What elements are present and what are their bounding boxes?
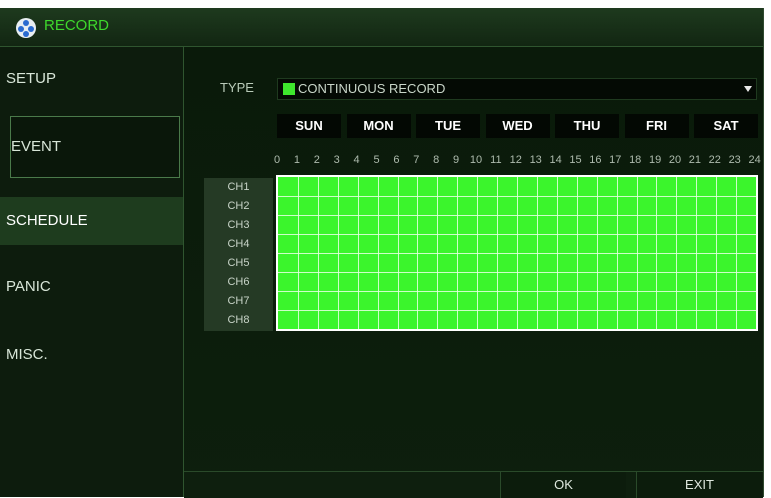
hour-label: 1: [293, 154, 300, 166]
channel-label-ch5: CH5: [227, 257, 250, 269]
day-tab-mon[interactable]: MON: [346, 114, 411, 138]
type-label: TYPE: [220, 80, 254, 95]
title-bar: RECORD: [0, 8, 763, 47]
day-tab-fri[interactable]: FRI: [624, 114, 689, 138]
hour-label: 4: [353, 154, 360, 166]
sidebar-item-event[interactable]: EVENT: [10, 116, 180, 178]
hour-label: 20: [668, 154, 682, 166]
hour-scale: 0 1 2 3 4 5 6 7 8 9 10 11 12 13 14 15 16 17 18 19 20 21 22 23 24: [274, 154, 761, 168]
sidebar-item-label: EVENT: [11, 138, 62, 155]
type-dropdown[interactable]: CONTINUOUS RECORD: [277, 78, 757, 100]
grid-line-horizontal: [278, 234, 756, 235]
sidebar-item-label: SCHEDULE: [6, 212, 88, 229]
hour-label: 13: [529, 154, 542, 166]
grid-line-horizontal: [278, 291, 756, 292]
hour-label: 3: [333, 154, 340, 166]
hour-label: 10: [469, 154, 483, 166]
schedule-panel: TYPE CONTINUOUS RECORD SUN MON TUE WED THU FR…: [184, 47, 763, 498]
hour-label: 0: [273, 154, 281, 166]
grid-line-horizontal: [278, 310, 756, 311]
exit-button[interactable]: EXIT: [636, 472, 762, 498]
hour-label: 24: [748, 154, 761, 166]
day-tab-sat[interactable]: SAT: [694, 114, 758, 138]
channel-label-ch7: CH7: [227, 295, 250, 307]
channel-label-ch1: CH1: [227, 181, 250, 193]
hour-label: 14: [549, 154, 562, 166]
sidebar-item-misc[interactable]: MISC.: [0, 331, 183, 379]
sidebar-item-label: MISC.: [6, 346, 48, 363]
grid-line-horizontal: [278, 196, 756, 197]
channel-label-ch4: CH4: [227, 238, 250, 250]
window-title: RECORD: [44, 17, 110, 34]
sidebar-item-label: SETUP: [6, 70, 57, 87]
grid-line-horizontal: [278, 272, 756, 273]
schedule-grid-frame: [276, 175, 758, 331]
grid-line-horizontal: [278, 253, 756, 254]
channel-label-ch8: CH8: [227, 314, 250, 326]
type-value: CONTINUOUS RECORD: [298, 81, 446, 96]
sidebar-item-label: PANIC: [6, 278, 51, 295]
sidebar-item-panic[interactable]: PANIC: [0, 263, 183, 311]
day-tab-tue[interactable]: TUE: [416, 114, 480, 138]
channel-list: CH1 CH2 CH3 CH4 CH5 CH6 CH7 CH8: [204, 178, 273, 331]
hour-label: 11: [490, 154, 502, 166]
hour-label: 16: [589, 154, 602, 166]
hour-label: 21: [688, 154, 702, 166]
sidebar-item-setup[interactable]: SETUP: [0, 55, 183, 103]
day-tabs: SUN MON TUE WED THU FRI SAT: [277, 114, 758, 138]
hour-label: 2: [313, 154, 320, 166]
hour-label: 18: [629, 154, 642, 166]
day-tab-wed[interactable]: WED: [485, 114, 550, 138]
day-tab-thu[interactable]: THU: [555, 114, 619, 138]
hour-label: 6: [393, 154, 400, 166]
chevron-down-icon[interactable]: [744, 86, 752, 92]
hour-label: 22: [708, 154, 721, 166]
sidebar: SETUP EVENT SCHEDULE PANIC MISC.: [0, 47, 184, 497]
grid-line-horizontal: [278, 215, 756, 216]
camera-reel-icon: [16, 18, 36, 38]
hour-label: 15: [569, 154, 582, 166]
hour-label: 17: [609, 154, 622, 166]
ok-button[interactable]: OK: [500, 472, 626, 498]
hour-label: 7: [413, 154, 420, 166]
channel-label-ch6: CH6: [227, 276, 250, 288]
hour-label: 5: [373, 154, 380, 166]
hour-label: 23: [728, 154, 741, 166]
hour-label: 9: [453, 154, 460, 166]
color-swatch: [283, 83, 295, 95]
hour-label: 8: [433, 154, 440, 166]
hour-label: 19: [648, 154, 662, 166]
sidebar-item-schedule[interactable]: SCHEDULE: [0, 197, 183, 245]
hour-label: 12: [509, 154, 522, 166]
bottom-bar: OK EXIT: [184, 471, 763, 498]
schedule-grid[interactable]: [278, 177, 756, 329]
channel-label-ch2: CH2: [227, 200, 250, 212]
day-tab-sun[interactable]: SUN: [277, 114, 341, 138]
channel-label-ch3: CH3: [227, 219, 250, 231]
record-window: RECORD SETUP EVENT SCHEDULE PANIC MISC. …: [0, 8, 764, 498]
